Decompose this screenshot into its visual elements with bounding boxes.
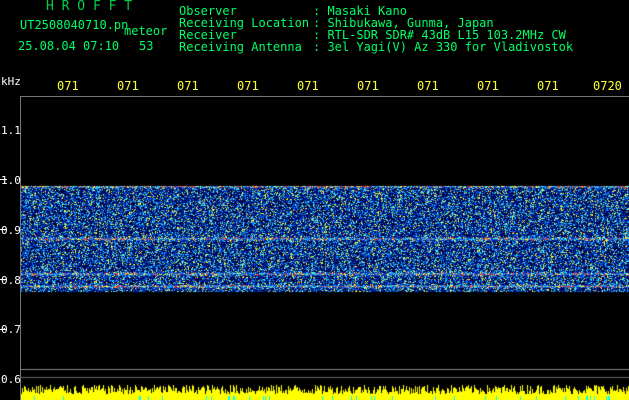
x-tick-label: 071	[477, 79, 499, 93]
filename: UT2508040710.pn	[20, 18, 129, 32]
x-tick-label: 0720	[593, 79, 622, 93]
y-tick-label: 0.6	[1, 373, 21, 386]
x-tick-label: 071	[117, 79, 139, 93]
y-tick-mark	[0, 329, 7, 330]
meteor-count: 53	[139, 39, 154, 53]
x-tick-label: 071	[57, 79, 79, 93]
y-tick-mark	[0, 179, 7, 180]
info-value-antenna: : 3el Yagi(V) Az 330 for Vladivostok	[313, 40, 574, 54]
x-tick-label: 071	[177, 79, 199, 93]
plot-frame-top	[20, 96, 629, 97]
y-axis-unit: kHz	[1, 75, 21, 88]
info-label-antenna: Receiving Antenna	[179, 40, 302, 54]
y-tick-label: 1.1	[1, 124, 21, 137]
x-tick-label: 071	[357, 79, 379, 93]
x-tick-label: 071	[237, 79, 259, 93]
x-tick-label: 071	[297, 79, 319, 93]
spectrogram-plot	[20, 98, 629, 400]
y-tick-label: 1.0	[1, 174, 21, 187]
x-tick-label: 071	[417, 79, 439, 93]
brand-title: H R O F F T	[46, 0, 133, 14]
y-tick-label: 0.9	[1, 224, 21, 237]
spectrogram-window: H R O F F T UT2508040710.pn meteor 25.08…	[0, 0, 629, 400]
meteor-label: meteor	[124, 24, 168, 38]
x-tick-label: 071	[537, 79, 559, 93]
datetime: 25.08.04 07:10	[18, 39, 120, 53]
plot-frame-left	[20, 96, 21, 400]
y-tick-mark	[0, 279, 7, 280]
y-tick-mark	[0, 229, 7, 230]
y-tick-label: 0.8	[1, 274, 21, 287]
